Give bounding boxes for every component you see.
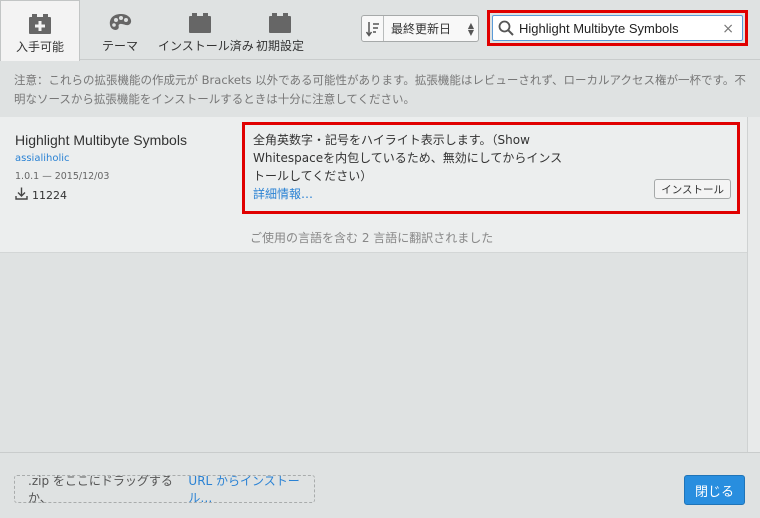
tab-installed[interactable]: インストール済み: [158, 0, 254, 60]
zip-dropzone[interactable]: .zip をここにドラッグするか、 URL からインストール…: [14, 472, 315, 506]
tab-label: テーマ: [101, 39, 138, 53]
description-highlight: 全角英数字・記号をハイライト表示します。（Show Whitespaceを内包し…: [242, 122, 740, 214]
sort-dropdown[interactable]: 最終更新日 ▲ ▼: [361, 15, 479, 42]
author-link[interactable]: assialiholic: [15, 153, 70, 164]
search-input[interactable]: [519, 20, 699, 36]
installed-box-icon: [188, 12, 212, 34]
tab-available[interactable]: 入手可能: [0, 0, 80, 61]
toolbar: 入手可能 テーマ インストール済み 初期設定 最終更新日 ▲▼ ×: [0, 0, 760, 61]
search-icon: [493, 20, 519, 36]
version-date: 1.0.1 — 2015/12/03: [15, 171, 110, 182]
search-box: ×: [492, 15, 743, 41]
download-icon: [15, 187, 28, 203]
palette-icon: [108, 12, 132, 34]
search-highlight: ×: [487, 10, 748, 46]
translation-info: ご使用の言語を含む 2 言語に翻訳されました: [250, 231, 494, 245]
tab-label: 初期設定: [255, 39, 304, 53]
tab-themes[interactable]: テーマ: [82, 0, 158, 60]
download-count-value: 11224: [32, 188, 67, 202]
drop-text: .zip をここにドラッグするか、: [28, 474, 173, 505]
download-count: 11224: [15, 187, 67, 203]
clear-icon[interactable]: ×: [722, 21, 734, 37]
install-button[interactable]: インストール: [654, 179, 731, 199]
footer: .zip をここにドラッグするか、 URL からインストール… 閉じる: [0, 452, 760, 518]
extension-list: Highlight Multibyte Symbols assialiholic…: [0, 117, 747, 452]
tab-label: 入手可能: [15, 40, 64, 54]
plus-box-icon: [28, 13, 52, 35]
extension-description: 全角英数字・記号をハイライト表示します。（Show Whitespaceを内包し…: [253, 133, 563, 183]
extension-name: Highlight Multibyte Symbols: [15, 132, 187, 148]
scrollbar[interactable]: [747, 117, 760, 452]
sort-label: 最終更新日: [391, 22, 452, 36]
tab-default[interactable]: 初期設定: [244, 0, 316, 60]
tab-label: インストール済み: [158, 39, 254, 53]
updown-arrow-icon: ▲ ▼: [467, 20, 475, 37]
sort-icon: [362, 16, 384, 41]
default-box-icon: [268, 12, 292, 34]
warning-notice: 注意：これらの拡張機能の作成元が Brackets 以外である可能性があります。…: [0, 61, 760, 117]
close-button[interactable]: 閉じる: [684, 475, 745, 505]
install-from-url-link[interactable]: URL からインストール…: [188, 472, 314, 506]
list-item: Highlight Multibyte Symbols assialiholic…: [0, 117, 747, 253]
